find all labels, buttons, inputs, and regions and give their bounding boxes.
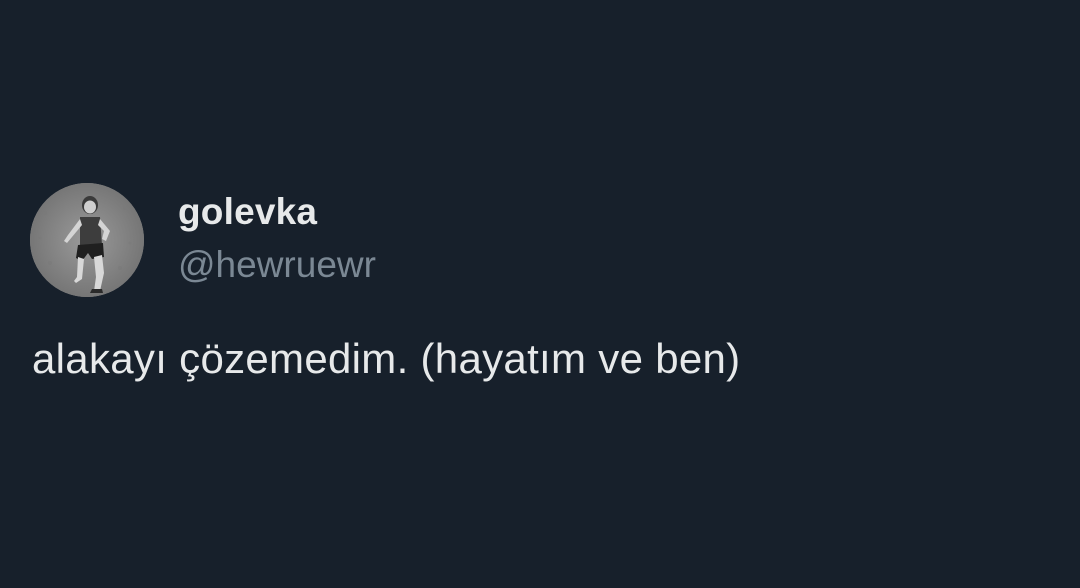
tweet-card: golevka @hewruewr alakayı çözemedim. (ha… (0, 0, 1080, 588)
user-handle[interactable]: @hewruewr (178, 243, 376, 287)
running-person-photo-icon (30, 183, 144, 297)
display-name[interactable]: golevka (178, 190, 317, 234)
avatar[interactable] (30, 183, 144, 297)
tweet-text: alakayı çözemedim. (hayatım ve ben) (32, 335, 741, 382)
